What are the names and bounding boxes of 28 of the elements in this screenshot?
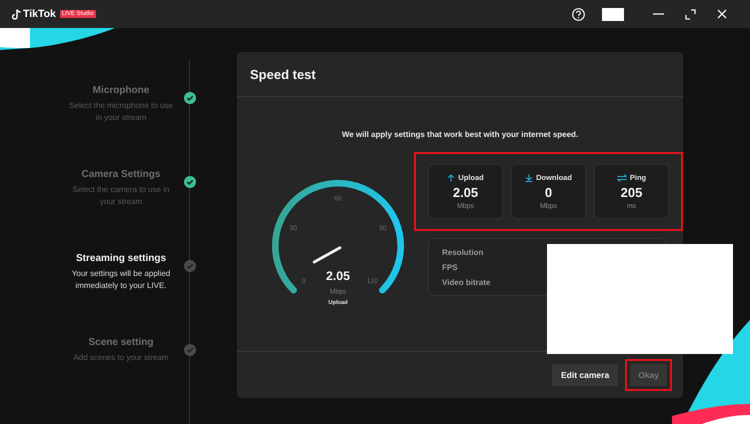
music-note-icon — [12, 8, 21, 20]
setting-label: FPS — [442, 262, 459, 272]
intro-text: We will apply settings that work best with your internet speed. — [342, 130, 578, 139]
redaction-block — [602, 8, 624, 20]
maximize-icon — [684, 8, 696, 20]
stat-value: 2.05 — [452, 185, 478, 200]
step-description: Add scenes to your stream — [72, 352, 170, 364]
dialog-title: Speed test — [250, 66, 316, 82]
step-description: Your settings will be applied immediately to your LIVE. — [70, 268, 172, 292]
close-icon — [717, 9, 727, 19]
step-title[interactable]: Camera Settings — [82, 169, 160, 180]
setting-label: Video bitrate — [442, 278, 492, 286]
gauge-value: 2.05 — [326, 269, 350, 284]
stat-value: 205 — [620, 185, 642, 200]
download-icon — [525, 174, 534, 182]
help-icon — [572, 8, 584, 20]
setting-label: Resolution — [442, 248, 484, 256]
up-arrow-icon — [447, 174, 456, 182]
step-title[interactable]: Microphone — [92, 85, 150, 96]
step-title[interactable]: Streaming settings — [76, 253, 166, 264]
step-title[interactable]: Scene setting — [88, 337, 154, 348]
minimize-icon — [652, 13, 664, 15]
step-description: Select the camera to use in your stream — [72, 184, 170, 208]
step-description: Select the microphone to use in your stream — [68, 100, 174, 124]
app-name: TikTok — [23, 8, 56, 20]
gauge-needle — [312, 246, 342, 264]
swap-arrows-icon — [616, 174, 627, 182]
stat-value: 0 — [544, 185, 552, 200]
